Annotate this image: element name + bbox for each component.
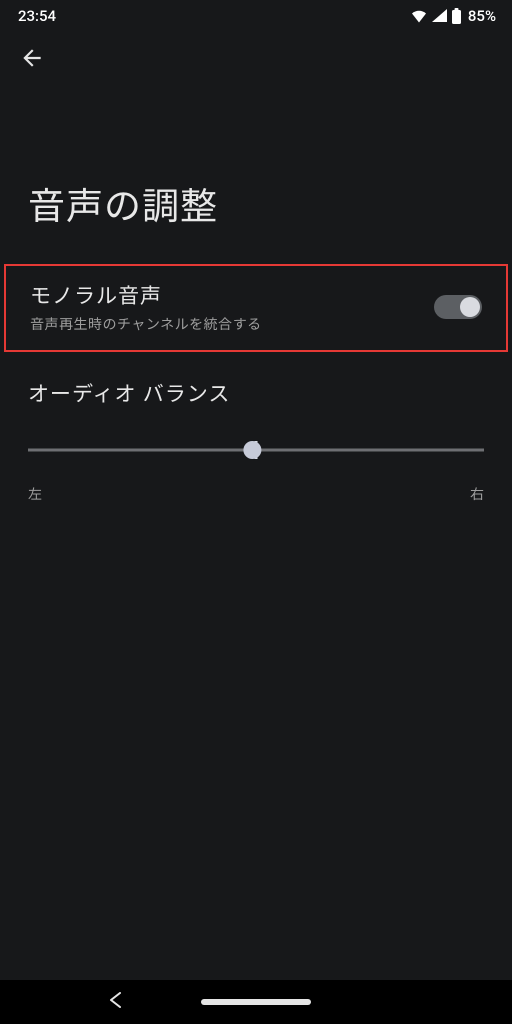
mono-audio-text: モノラル音声 音声再生時のチャンネルを統合する <box>30 280 422 334</box>
mono-audio-row[interactable]: モノラル音声 音声再生時のチャンネルを統合する <box>6 266 506 350</box>
status-time: 23:54 <box>18 7 409 25</box>
signal-icon <box>431 8 449 24</box>
mono-audio-title: モノラル音声 <box>30 280 422 310</box>
nav-back-button[interactable] <box>108 992 122 1012</box>
mono-audio-switch[interactable] <box>434 295 482 319</box>
battery-text: 85% <box>468 7 496 25</box>
navigation-bar <box>0 980 512 1024</box>
status-indicators: 85% <box>409 7 496 25</box>
audio-balance-section: オーディオ バランス 左 右 <box>0 352 512 504</box>
status-bar: 23:54 85% <box>0 0 512 32</box>
switch-knob <box>460 297 480 317</box>
content: 音声の調整 モノラル音声 音声再生時のチャンネルを統合する オーディオ バランス… <box>0 88 512 980</box>
audio-balance-slider[interactable] <box>28 438 484 462</box>
back-button[interactable] <box>12 40 52 80</box>
balance-right-label: 右 <box>470 484 484 504</box>
balance-left-label: 左 <box>28 484 42 504</box>
nav-home-pill[interactable] <box>201 999 311 1005</box>
arrow-left-icon <box>19 45 45 75</box>
toolbar <box>0 32 512 88</box>
page-title: 音声の調整 <box>0 88 512 264</box>
mono-audio-subtitle: 音声再生時のチャンネルを統合する <box>30 314 422 334</box>
audio-balance-title: オーディオ バランス <box>28 378 484 408</box>
mono-audio-highlight: モノラル音声 音声再生時のチャンネルを統合する <box>4 264 508 352</box>
slider-labels: 左 右 <box>28 484 484 504</box>
wifi-icon <box>409 8 429 24</box>
battery-icon <box>451 8 462 25</box>
slider-thumb[interactable] <box>243 441 261 459</box>
